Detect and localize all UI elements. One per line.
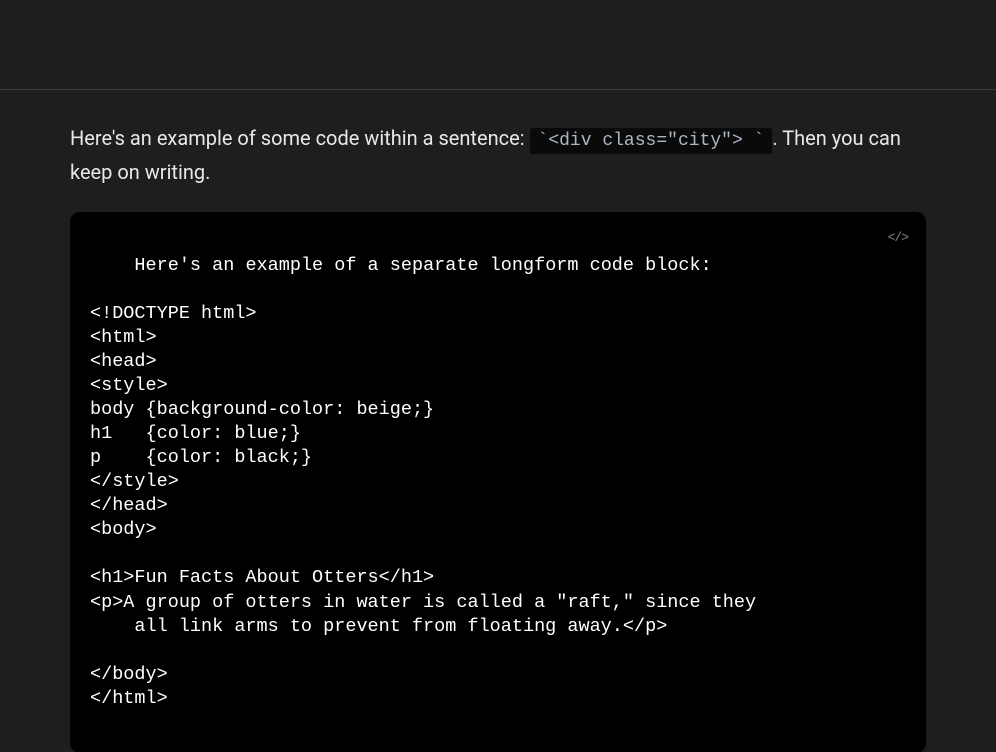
top-bar [0,0,996,90]
content-area: Here's an example of some code within a … [0,90,996,752]
code-icon[interactable]: </> [888,230,908,247]
code-block: </> Here's an example of a separate longf… [70,212,926,752]
code-block-content: Here's an example of a separate longform… [90,255,756,709]
inline-code: `<div class="city"> ` [530,128,773,154]
prose-part1: Here's an example of some code within a … [70,126,530,150]
prose-paragraph: Here's an example of some code within a … [70,122,926,188]
